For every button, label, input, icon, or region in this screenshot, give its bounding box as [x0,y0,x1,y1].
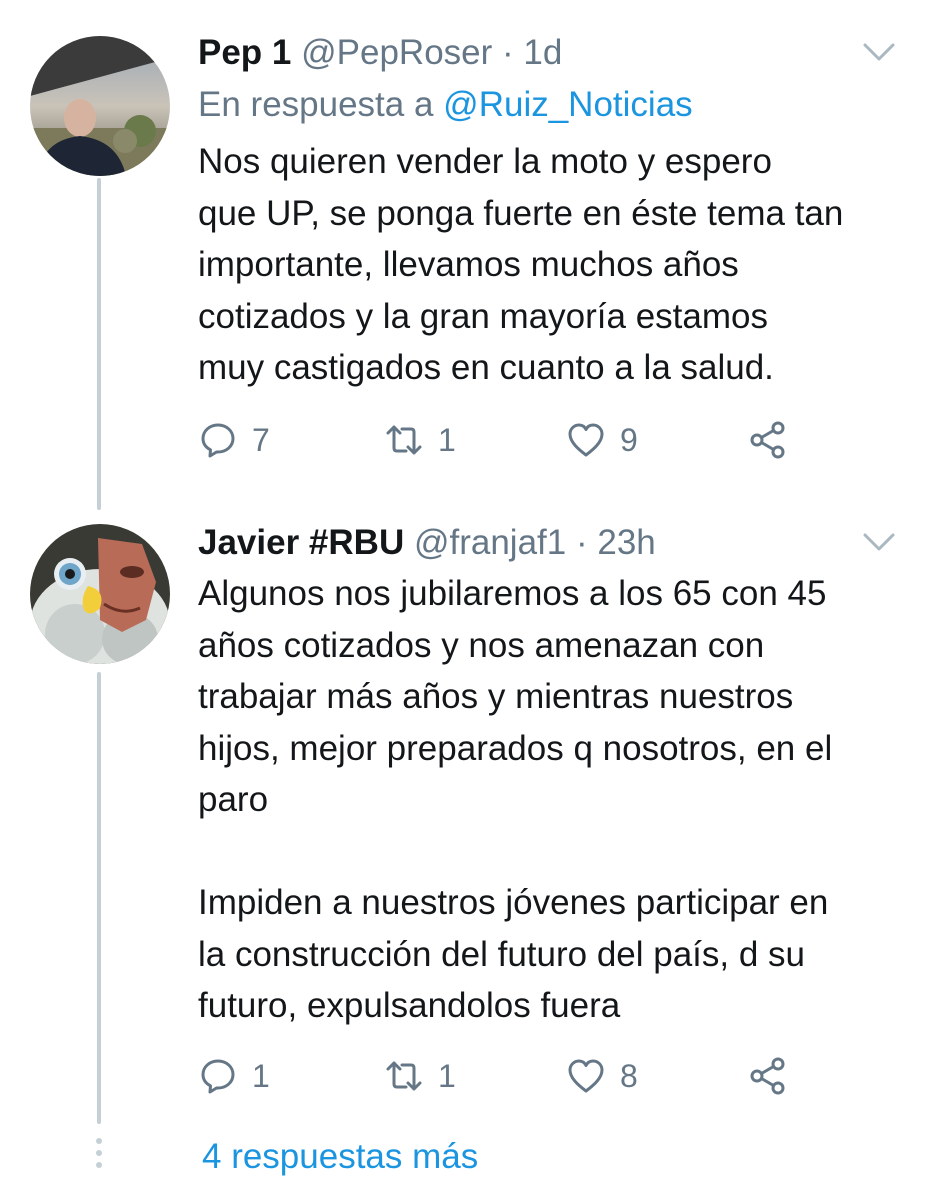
reply-context: En respuesta a @Ruiz_Noticias [198,84,693,126]
avatar[interactable] [30,36,170,176]
share-icon [750,421,785,459]
like-button[interactable]: 9 [566,418,638,462]
share-icon [750,1057,785,1095]
retweet-count: 1 [438,1057,456,1094]
tweet[interactable]: Javier #RBU @franjaf1 · 23h Algunos nos … [0,510,932,1130]
like-count: 9 [620,421,638,458]
retweet-button[interactable]: 1 [384,418,456,462]
avatar[interactable] [30,524,170,664]
more-replies-link[interactable]: 4 respuestas más [202,1136,478,1178]
tweet-text: Algunos nos jubilaremos a los 65 con 45 … [198,574,833,1025]
tweet-header: Pep 1 @PepRoser · 1d [198,32,862,74]
author-name[interactable]: Pep 1 [198,33,291,72]
timestamp[interactable]: 23h [597,523,655,562]
reply-icon [201,423,235,458]
tweet-actions: 1 1 8 [198,1054,818,1098]
separator: · [575,523,588,562]
tweet-actions: 7 1 9 [198,418,818,462]
author-handle[interactable]: @PepRoser [301,33,492,72]
tweet[interactable]: Pep 1 @PepRoser · 1d En respuesta a @Rui… [0,0,932,510]
reply-count: 7 [252,421,270,458]
retweet-icon [386,425,422,455]
share-button[interactable] [748,1054,788,1098]
timestamp[interactable]: 1d [523,33,562,72]
thread-dot [96,1150,102,1156]
avatar-photo [30,36,170,176]
reply-button[interactable]: 7 [198,418,270,462]
author-name[interactable]: Javier #RBU [198,523,404,562]
chevron-down-icon[interactable] [862,42,896,62]
thread-dot [96,1162,102,1168]
chevron-down-icon[interactable] [862,532,896,552]
avatar-photo [30,524,170,664]
reply-prefix: En respuesta a [198,85,434,124]
retweet-button[interactable]: 1 [384,1054,456,1098]
separator: · [502,33,514,72]
tweet-header: Javier #RBU @franjaf1 · 23h [198,522,862,564]
heart-icon [568,423,604,457]
heart-icon [568,1059,604,1093]
reply-count: 1 [252,1057,270,1094]
share-button[interactable] [748,418,788,462]
like-count: 8 [620,1057,638,1094]
reply-icon [201,1059,235,1094]
reply-mention-link[interactable]: @Ruiz_Noticias [443,85,693,124]
thread-dot [96,1138,102,1144]
author-handle[interactable]: @franjaf1 [414,523,566,562]
tweet-text: Nos quieren vender la moto y espero que … [198,142,844,387]
like-button[interactable]: 8 [566,1054,638,1098]
retweet-icon [386,1061,422,1091]
reply-button[interactable]: 1 [198,1054,270,1098]
retweet-count: 1 [438,421,456,458]
